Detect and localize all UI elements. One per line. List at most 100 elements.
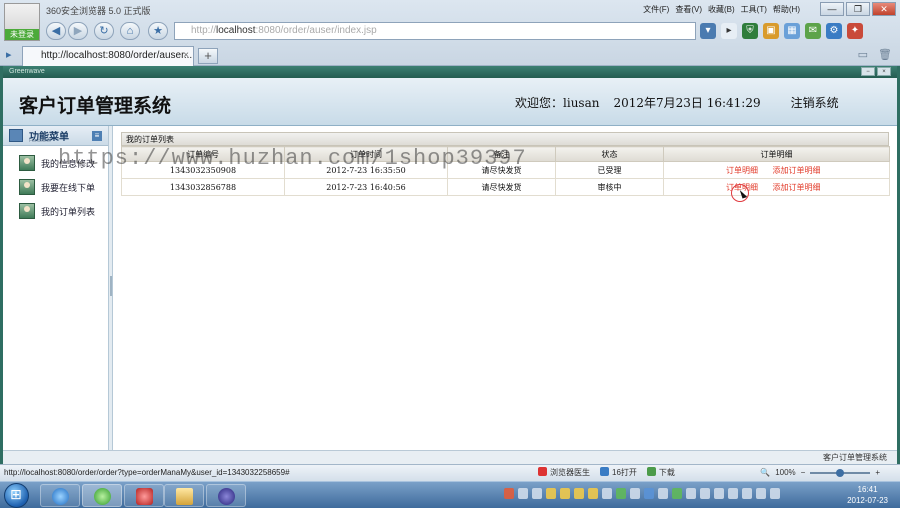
col-detail: 订单明细 — [663, 146, 890, 162]
collapse-icon[interactable]: ≡ — [92, 131, 102, 141]
zoom-in-icon[interactable]: + — [875, 468, 880, 477]
trash-icon[interactable]: 🗑 — [878, 48, 892, 61]
sidebar-item-edit-info[interactable]: 我的信息修改 — [19, 154, 95, 172]
browser-doctor-button[interactable]: 浏览器医生 — [538, 467, 590, 478]
add-order-detail-link[interactable]: 添加订单明细 — [773, 166, 821, 175]
open-label: 16打开 — [612, 468, 637, 477]
sidebar-toggle-icon[interactable]: ▸ — [6, 48, 12, 61]
tray-icon[interactable] — [742, 488, 752, 499]
apps-icon[interactable]: ▦ — [784, 23, 800, 39]
browser-toolbar: ▾ ▸ ⛨ ▣ ▦ ✉ ⚙ ✦ — [700, 23, 863, 39]
tray-icon[interactable] — [588, 488, 598, 499]
menu-favorites[interactable]: 收藏(B) — [708, 4, 735, 15]
zoom-level[interactable]: 100% — [775, 468, 795, 477]
strip-close-icon[interactable]: × — [877, 67, 891, 76]
order-status: 已受理 — [555, 161, 664, 179]
address-bar[interactable]: http://localhost:8080/order/auser/index.… — [174, 22, 696, 40]
forward-icon[interactable]: ▶ — [68, 22, 88, 40]
open-button[interactable]: 16打开 — [600, 467, 637, 478]
menu-help[interactable]: 帮助(H) — [773, 4, 800, 15]
welcome-info: 欢迎您：liusan 2012年7月23日 16:41:29 注销系统 — [515, 94, 839, 111]
browser-360-icon — [94, 488, 111, 505]
add-order-detail-link[interactable]: 添加订单明细 — [773, 183, 821, 192]
strip-minimize-icon[interactable]: − — [861, 67, 875, 76]
sidebar-splitter[interactable] — [109, 126, 113, 452]
settings-icon[interactable]: ⚙ — [826, 23, 842, 39]
taskbar-explorer[interactable] — [164, 484, 204, 507]
tray-icon[interactable] — [644, 488, 654, 499]
status-tools: 浏览器医生 16打开 下载 — [538, 467, 675, 478]
order-detail-cell: 订单明细 添加订单明细 — [663, 178, 890, 196]
close-button[interactable]: ✕ — [872, 2, 896, 16]
menu-view[interactable]: 查看(V) — [675, 4, 702, 15]
tab-label: http://localhost:8080/order/auser... — [41, 50, 193, 61]
sidebar-item-order-list[interactable]: 我的订单列表 — [19, 202, 95, 220]
favorite-icon[interactable]: ★ — [148, 22, 168, 40]
tab-order[interactable]: http://localhost:8080/order/auser... × — [22, 46, 194, 66]
extension-icon[interactable]: ▣ — [763, 23, 779, 39]
strip-label: Greenwave — [9, 68, 45, 75]
minimize-button[interactable]: — — [820, 2, 844, 16]
tray-icon[interactable] — [574, 488, 584, 499]
volume-icon[interactable] — [770, 488, 780, 499]
taskbar-app[interactable] — [124, 484, 164, 507]
menu-tools[interactable]: 工具(T) — [741, 4, 767, 15]
address-prefix: http:// — [191, 25, 217, 36]
tray-icon[interactable] — [616, 488, 626, 499]
start-button[interactable] — [4, 483, 29, 508]
col-note: 备注 — [447, 146, 556, 162]
tray-icon[interactable] — [658, 488, 668, 499]
col-order-id: 订单编号 — [121, 146, 285, 162]
back-icon[interactable]: ◀ — [46, 22, 66, 40]
taskbar-360-browser[interactable] — [82, 484, 122, 507]
taskbar-ie[interactable] — [40, 484, 80, 507]
restore-button[interactable]: ❐ — [846, 2, 870, 16]
tray-icon[interactable] — [546, 488, 556, 499]
shield-icon[interactable]: ⛨ — [742, 23, 758, 39]
taskbar-eclipse[interactable] — [206, 484, 246, 507]
user-avatar[interactable]: 未登录 — [4, 3, 40, 41]
tray-icon[interactable] — [686, 488, 696, 499]
sidebar-header: 功能菜单 Functions ≡ — [3, 126, 108, 146]
home-icon[interactable]: ⌂ — [120, 22, 140, 40]
refresh-icon[interactable]: ↻ — [94, 22, 114, 40]
download-button[interactable]: 下载 — [646, 467, 675, 478]
current-datetime: 2012年7月23日 16:41:29 — [613, 96, 761, 110]
tray-icon[interactable] — [714, 488, 724, 499]
tray-icon[interactable] — [728, 488, 738, 499]
clock-date: 2012-07-23 — [847, 496, 888, 505]
tray-icon[interactable] — [504, 488, 514, 499]
tray-icon[interactable] — [518, 488, 528, 499]
order-detail-cell: 订单明细 添加订单明细 — [663, 161, 890, 179]
zoom-slider[interactable] — [810, 468, 871, 477]
go-icon[interactable]: ▸ — [721, 23, 737, 39]
mail-icon[interactable]: ✉ — [805, 23, 821, 39]
tray-icon[interactable] — [672, 488, 682, 499]
tray-icon[interactable] — [602, 488, 612, 499]
system-clock[interactable]: 16:41 2012-07-23 — [847, 484, 888, 506]
function-sidebar: 功能菜单 Functions ≡ 我的信息修改 我要在线下单 我的订单列表 — [3, 126, 109, 452]
zoom-icon[interactable]: 🔍 — [760, 468, 770, 477]
new-tab-button[interactable]: + — [198, 48, 218, 64]
dropdown-icon[interactable]: ▾ — [700, 23, 716, 39]
tools-icon[interactable]: ✦ — [847, 23, 863, 39]
window-tile-icon[interactable]: ▭ — [858, 48, 868, 61]
download-icon — [646, 467, 656, 476]
page-footer: 客户订单管理系统 — [3, 450, 897, 464]
tray-icon[interactable] — [700, 488, 710, 499]
tray-icon[interactable] — [630, 488, 640, 499]
browser-chrome: 未登录 360安全浏览器 5.0 正式版 文件(F) 查看(V) 收藏(B) 工… — [0, 0, 900, 66]
tray-icon[interactable] — [756, 488, 766, 499]
sidebar-item-place-order[interactable]: 我要在线下单 — [19, 178, 95, 196]
menu-file[interactable]: 文件(F) — [643, 4, 669, 15]
order-detail-link[interactable]: 订单明细 — [726, 166, 758, 175]
logout-link[interactable]: 注销系统 — [791, 96, 839, 110]
order-list-panel: 我的订单列表 订单编号 订单时间 备注 状态 订单明细 134303235090… — [121, 132, 890, 202]
zoom-out-icon[interactable]: − — [801, 468, 806, 477]
user-icon — [19, 179, 35, 195]
menu-icon — [9, 129, 23, 142]
zoom-slider-thumb[interactable] — [836, 468, 845, 477]
tray-icon[interactable] — [560, 488, 570, 499]
tray-icon[interactable] — [532, 488, 542, 499]
tab-close-icon[interactable]: × — [183, 47, 189, 65]
